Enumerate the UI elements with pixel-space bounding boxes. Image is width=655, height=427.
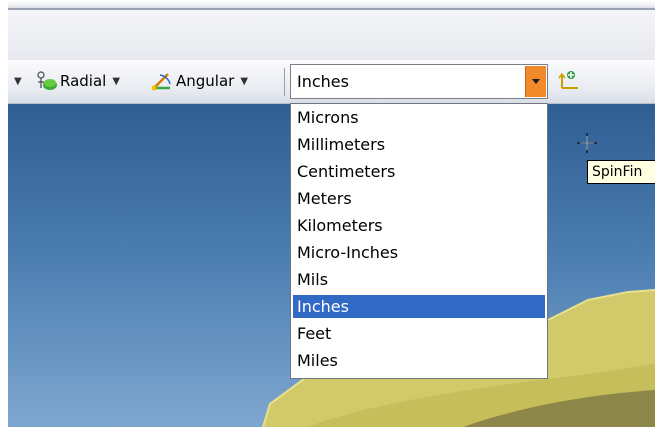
option-kilometers[interactable]: Kilometers: [293, 214, 545, 237]
units-dropdown-list[interactable]: Microns Millimeters Centimeters Meters K…: [290, 103, 548, 379]
chevron-down-icon: [532, 79, 540, 84]
option-microns[interactable]: Microns: [293, 106, 545, 129]
units-combobox[interactable]: Inches: [290, 64, 548, 99]
units-selected-value: Inches: [297, 72, 349, 91]
option-meters[interactable]: Meters: [293, 187, 545, 210]
radial-button[interactable]: Radial ▼: [36, 69, 120, 93]
angular-measure-icon: [151, 73, 171, 91]
radial-label: Radial: [60, 72, 107, 90]
units-dropdown-button[interactable]: [525, 66, 546, 97]
option-millimeters[interactable]: Millimeters: [293, 133, 545, 156]
option-inches[interactable]: Inches: [293, 295, 545, 318]
window-left-edge: [0, 0, 8, 427]
upper-toolbar: [8, 10, 655, 60]
toolbar-separator: [284, 68, 285, 96]
option-feet[interactable]: Feet: [293, 322, 545, 345]
previous-dropdown-caret[interactable]: ▼: [14, 69, 22, 93]
option-micro-inches[interactable]: Micro-Inches: [293, 241, 545, 264]
angular-dropdown-caret[interactable]: ▼: [240, 76, 248, 87]
add-point-icon: [558, 71, 578, 89]
add-point-button[interactable]: [556, 66, 580, 90]
option-mils[interactable]: Mils: [293, 268, 545, 291]
radial-measure-icon: [37, 71, 57, 90]
tooltip: SpinFin: [587, 160, 655, 184]
angular-button[interactable]: Angular ▼: [150, 69, 248, 93]
option-miles[interactable]: Miles: [293, 349, 545, 372]
radial-dropdown-caret[interactable]: ▼: [112, 76, 120, 87]
option-centimeters[interactable]: Centimeters: [293, 160, 545, 183]
angular-label: Angular: [176, 72, 235, 90]
crosshair-cursor-icon: [577, 133, 597, 153]
